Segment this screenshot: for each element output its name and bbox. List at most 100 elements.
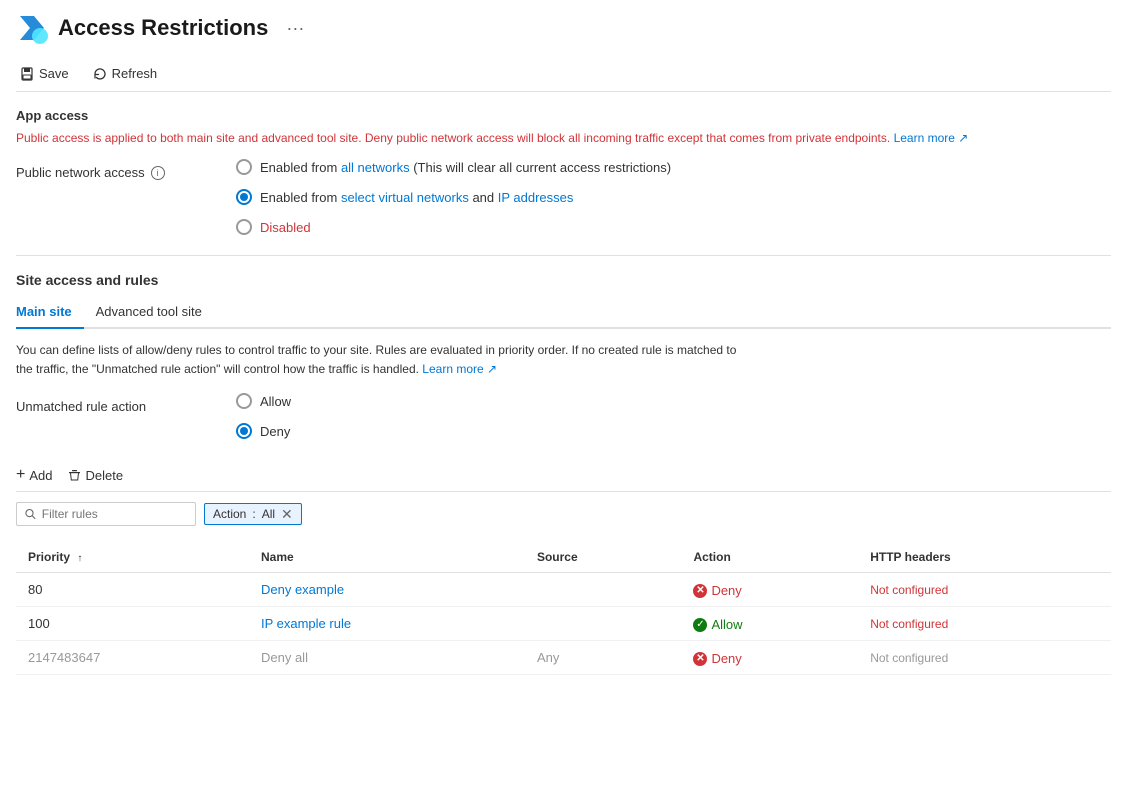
cell-action: ✕ Deny <box>681 641 858 675</box>
filter-tag-label: Action <box>213 507 246 521</box>
unmatched-allow-label: Allow <box>260 394 291 409</box>
allow-icon: ✓ <box>693 618 707 632</box>
app-access-title: App access <box>16 108 1111 123</box>
refresh-label: Refresh <box>112 66 158 81</box>
filter-rules-input[interactable] <box>42 507 187 521</box>
pna-opt3-label: Disabled <box>260 220 311 235</box>
tab-main-site[interactable]: Main site <box>16 298 84 329</box>
table-row[interactable]: 2147483647Deny allAny ✕ Deny Not configure… <box>16 641 1111 675</box>
pna-opt2-and: and <box>469 190 498 205</box>
section-divider <box>16 255 1111 256</box>
cell-name[interactable]: IP example rule <box>249 607 525 641</box>
sort-arrow: ↑ <box>77 553 82 564</box>
pna-opt1-blue: all networks <box>341 160 410 175</box>
cell-http-headers: Not configured <box>858 573 1111 607</box>
col-action: Action <box>681 542 858 573</box>
cell-priority: 2147483647 <box>16 641 249 675</box>
add-label: Add <box>29 468 52 483</box>
site-access-section: Site access and rules Main site Advanced… <box>16 272 1111 675</box>
delete-button[interactable]: Delete <box>68 468 123 483</box>
more-options-button[interactable]: ··· <box>286 18 304 39</box>
toolbar: Save Refresh <box>16 56 1111 92</box>
cell-source <box>525 573 681 607</box>
site-info-text1: You can define lists of allow/deny rules… <box>16 343 736 357</box>
unmatched-deny-label: Deny <box>260 424 290 439</box>
deny-icon: ✕ <box>693 652 707 666</box>
table-row[interactable]: 100IP example rule ✓ Allow Not configured <box>16 607 1111 641</box>
cell-source: Any <box>525 641 681 675</box>
col-name: Name <box>249 542 525 573</box>
public-network-access-section: Public network access i Enabled from all… <box>16 159 1111 235</box>
cell-priority: 80 <box>16 573 249 607</box>
site-info-text2: the traffic, the "Unmatched rule action"… <box>16 362 422 376</box>
not-configured-badge: Not configured <box>870 617 948 631</box>
save-icon <box>20 67 34 81</box>
app-access-info: Public access is applied to both main si… <box>16 129 1111 147</box>
filter-tag-value: All <box>262 507 275 521</box>
pna-label: Public network access i <box>16 165 176 180</box>
unmatched-rule-options: Allow Deny <box>236 393 291 439</box>
pna-option-disabled[interactable]: Disabled <box>236 219 671 235</box>
cell-action: ✓ Allow <box>681 607 858 641</box>
filter-input-wrapper[interactable] <box>16 502 196 526</box>
app-access-section: App access Public access is applied to b… <box>16 108 1111 147</box>
rules-table: Priority ↑ Name Source Action HTTP heade… <box>16 542 1111 675</box>
deny-status: ✕ Deny <box>693 651 741 666</box>
cell-name: Deny all <box>249 641 525 675</box>
page-title: Access Restrictions <box>58 15 268 41</box>
filter-tag-action: Action : All ✕ <box>204 503 302 525</box>
pna-option-all-networks[interactable]: Enabled from all networks (This will cle… <box>236 159 671 175</box>
filter-bar: Action : All ✕ <box>16 502 1111 526</box>
site-learn-more[interactable]: Learn more ↗ <box>422 362 497 376</box>
cell-http-headers: Not configured <box>858 607 1111 641</box>
site-access-info: You can define lists of allow/deny rules… <box>16 341 1111 379</box>
filter-tag-close-button[interactable]: ✕ <box>281 507 293 521</box>
cell-name[interactable]: Deny example <box>249 573 525 607</box>
not-configured-badge: Not configured <box>870 583 948 597</box>
deny-icon: ✕ <box>693 584 707 598</box>
rules-action-bar: + Add Delete <box>16 459 1111 492</box>
col-http-headers: HTTP headers <box>858 542 1111 573</box>
site-access-title: Site access and rules <box>16 272 1111 288</box>
refresh-icon <box>93 67 107 81</box>
cell-http-headers: Not configured <box>858 641 1111 675</box>
app-access-learn-more[interactable]: Learn more ↗ <box>894 131 969 145</box>
col-source: Source <box>525 542 681 573</box>
table-row[interactable]: 80Deny example ✕ Deny Not configured <box>16 573 1111 607</box>
cell-source <box>525 607 681 641</box>
unmatched-rule-section: Unmatched rule action Allow Deny <box>16 393 1111 439</box>
pna-radio-disabled <box>236 219 252 235</box>
allow-status: ✓ Allow <box>693 617 742 632</box>
app-logo <box>16 12 48 44</box>
save-button[interactable]: Save <box>16 64 73 83</box>
deny-status: ✕ Deny <box>693 583 741 598</box>
delete-icon <box>68 469 81 482</box>
unmatched-rule-allow[interactable]: Allow <box>236 393 291 409</box>
add-button[interactable]: + Add <box>16 467 52 483</box>
pna-opt1-end: (This will clear all current access rest… <box>410 160 672 175</box>
pna-opt2-vnet: select virtual networks <box>341 190 469 205</box>
delete-label: Delete <box>85 468 123 483</box>
unmatched-rule-label: Unmatched rule action <box>16 399 176 414</box>
table-header-row: Priority ↑ Name Source Action HTTP heade… <box>16 542 1111 573</box>
unmatched-radio-deny <box>236 423 252 439</box>
tab-advanced-tool-site[interactable]: Advanced tool site <box>84 298 214 329</box>
col-priority: Priority ↑ <box>16 542 249 573</box>
cell-priority: 100 <box>16 607 249 641</box>
unmatched-radio-allow <box>236 393 252 409</box>
pna-opt1-start: Enabled from <box>260 160 341 175</box>
pna-option-select-networks[interactable]: Enabled from select virtual networks and… <box>236 189 671 205</box>
unmatched-rule-deny[interactable]: Deny <box>236 423 291 439</box>
search-icon <box>25 508 36 520</box>
pna-radio-select <box>236 189 252 205</box>
add-icon: + <box>16 467 25 483</box>
pna-info-icon[interactable]: i <box>151 166 165 180</box>
filter-tag-separator: : <box>252 507 255 521</box>
site-tabs: Main site Advanced tool site <box>16 298 1111 329</box>
pna-opt2-ip: IP addresses <box>498 190 574 205</box>
pna-radio-all <box>236 159 252 175</box>
pna-opt2-start: Enabled from <box>260 190 341 205</box>
not-configured-badge: Not configured <box>870 651 948 665</box>
refresh-button[interactable]: Refresh <box>89 64 162 83</box>
cell-action: ✕ Deny <box>681 573 858 607</box>
